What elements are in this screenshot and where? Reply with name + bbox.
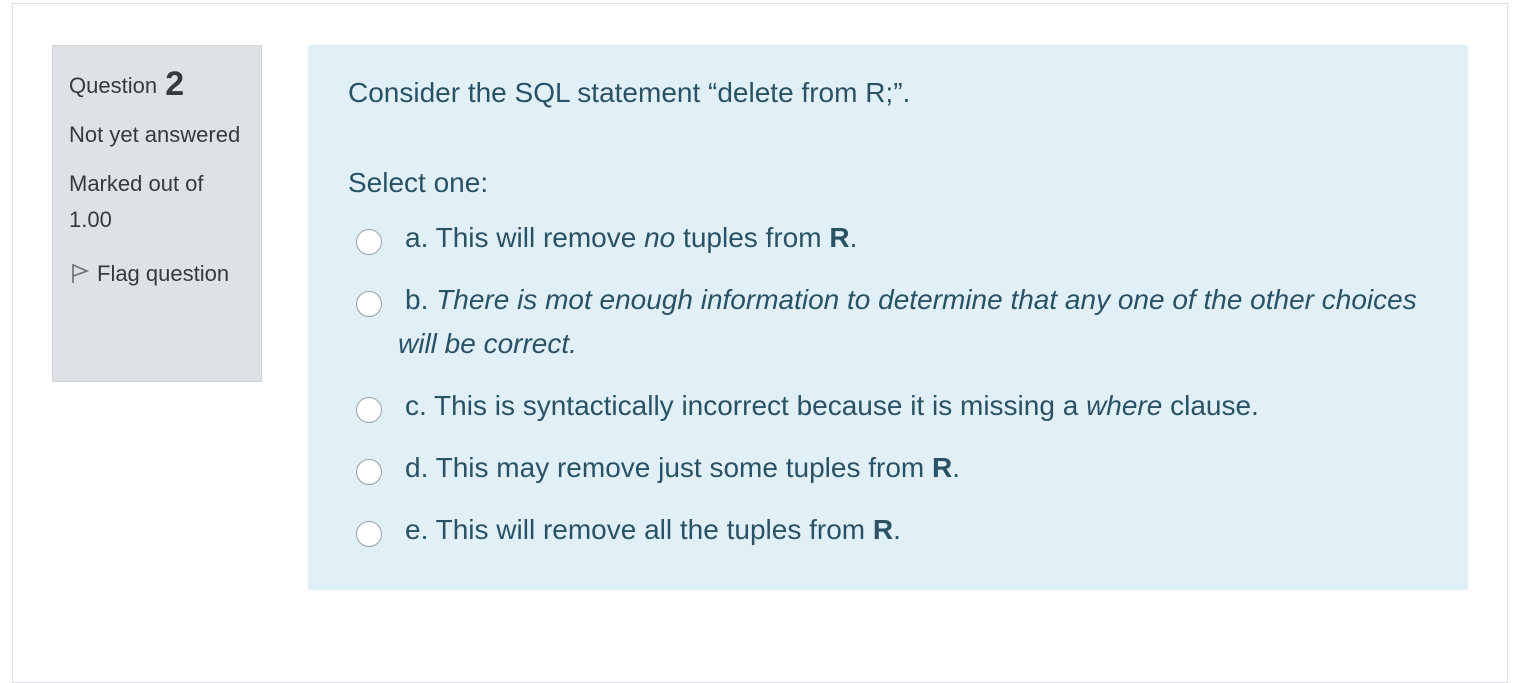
question-text: Consider the SQL statement “delete from … (348, 77, 911, 108)
question-label: Question (69, 73, 158, 98)
flag-question-label: Flag question (97, 261, 230, 286)
answer-prompt: Select one: (348, 167, 489, 198)
question-number-value: 2 (165, 65, 185, 103)
option-a[interactable]: a. This will remove no tuples from R. (356, 216, 1436, 260)
question-grade: Marked out of 1.00 (69, 171, 204, 232)
option-d[interactable]: d. This may remove just some tuples from… (356, 446, 1436, 490)
question-info-panel: Question 2 Not yet answered Marked out o… (52, 45, 262, 382)
radio-button-c[interactable] (356, 397, 382, 423)
flag-icon (72, 264, 90, 283)
option-label: d. This may remove just some tuples from… (405, 452, 961, 483)
radio-button-d[interactable] (356, 459, 382, 485)
option-e[interactable]: e. This will remove all the tuples from … (356, 508, 1436, 552)
question-state: Not yet answered (69, 122, 241, 147)
option-b[interactable]: b. There is mot enough information to de… (356, 278, 1436, 366)
option-label: c. This is syntactically incorrect becau… (405, 390, 1259, 421)
option-label: b. There is mot enough information to de… (398, 284, 1417, 359)
question-content: Consider the SQL statement “delete from … (308, 45, 1468, 590)
option-c[interactable]: c. This is syntactically incorrect becau… (356, 384, 1436, 428)
radio-button-e[interactable] (356, 521, 382, 547)
option-label: e. This will remove all the tuples from … (405, 514, 901, 545)
radio-button-b[interactable] (356, 291, 382, 317)
question-number: Question 2 (69, 64, 245, 106)
flag-question-link[interactable]: Flag question (69, 256, 245, 292)
option-label: a. This will remove no tuples from R. (405, 222, 858, 253)
radio-button-a[interactable] (356, 229, 382, 255)
answer-options: a. This will remove no tuples from R. b.… (356, 210, 1436, 552)
